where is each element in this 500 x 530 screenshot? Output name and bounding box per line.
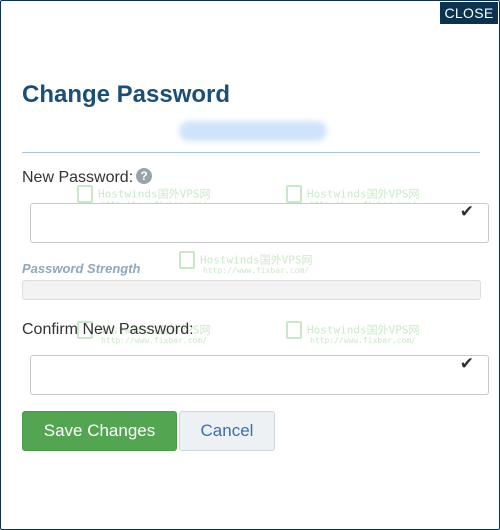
- watermark: Hostwinds国外VPS网 http://www.fixbar.com/: [179, 249, 312, 275]
- watermark-url: http://www.fixbar.com/: [310, 335, 416, 345]
- watermark-url: http://www.fixbar.com/: [203, 265, 309, 275]
- new-password-input[interactable]: [31, 204, 488, 242]
- watermark-name: Hostwinds国外VPS网: [98, 187, 211, 201]
- new-password-label: New Password:: [22, 169, 134, 186]
- dialog-title: Change Password: [22, 81, 231, 108]
- watermark-logo-icon: [77, 184, 93, 203]
- check-icon: ✔: [459, 202, 474, 221]
- confirm-password-label: Confirm New Password:: [22, 321, 194, 338]
- check-icon: ✔: [459, 354, 474, 373]
- change-password-dialog: CLOSE Hostwinds国外VPS网 http://www.fixbar.…: [0, 0, 500, 530]
- watermark-name: Hostwinds国外VPS网: [307, 187, 420, 201]
- header-divider: [22, 152, 480, 153]
- watermark-logo-icon: [179, 250, 195, 269]
- save-changes-button[interactable]: Save Changes: [22, 411, 177, 451]
- watermark-logo-icon: [286, 320, 302, 339]
- watermark-name: Hostwinds国外VPS网: [307, 323, 420, 337]
- confirm-password-input[interactable]: [31, 356, 488, 394]
- watermark-name: Hostwinds国外VPS网: [200, 253, 313, 267]
- watermark: Hostwinds国外VPS网 http://www.fixbar.com/: [286, 319, 419, 345]
- password-strength-meter: [22, 280, 481, 300]
- close-button[interactable]: CLOSE: [440, 2, 498, 24]
- watermark-logo-icon: [286, 184, 302, 203]
- help-icon[interactable]: ?: [136, 168, 152, 184]
- confirm-password-field[interactable]: ✔: [30, 354, 489, 395]
- account-email-redacted: ••••••••••••••: [179, 121, 327, 141]
- new-password-field[interactable]: ✔: [30, 202, 489, 243]
- cancel-button[interactable]: Cancel: [179, 411, 275, 451]
- password-strength-label: Password Strength: [22, 261, 141, 276]
